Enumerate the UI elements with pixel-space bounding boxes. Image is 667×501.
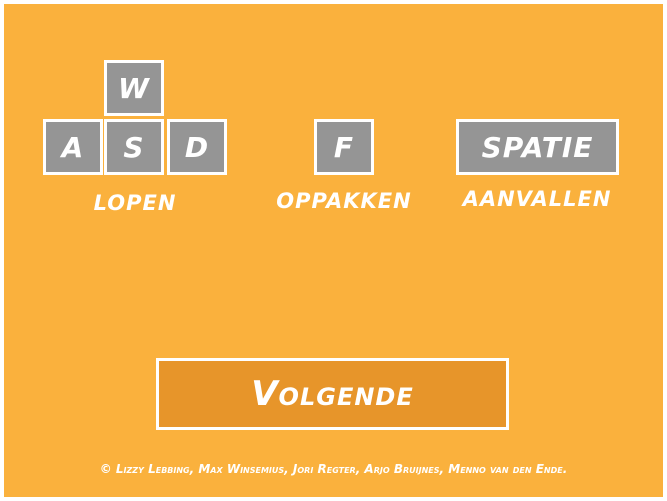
key-f: F bbox=[314, 119, 374, 175]
label-move: LOPEN bbox=[93, 191, 177, 215]
label-attack: AANVALLEN bbox=[462, 187, 612, 211]
credits-text: © Lizzy Lebbing, Max Winsemius, Jori Reg… bbox=[99, 462, 568, 476]
key-a: A bbox=[43, 119, 103, 175]
next-button[interactable]: Volgende bbox=[156, 358, 509, 430]
key-s: S bbox=[104, 119, 164, 175]
key-d: D bbox=[167, 119, 227, 175]
label-pickup: OPPAKKEN bbox=[276, 189, 412, 213]
game-screen: W A S D LOPEN F OPPAKKEN SPATIE AANVALLE… bbox=[4, 4, 663, 497]
key-w: W bbox=[104, 60, 164, 116]
key-space: SPATIE bbox=[456, 119, 619, 175]
